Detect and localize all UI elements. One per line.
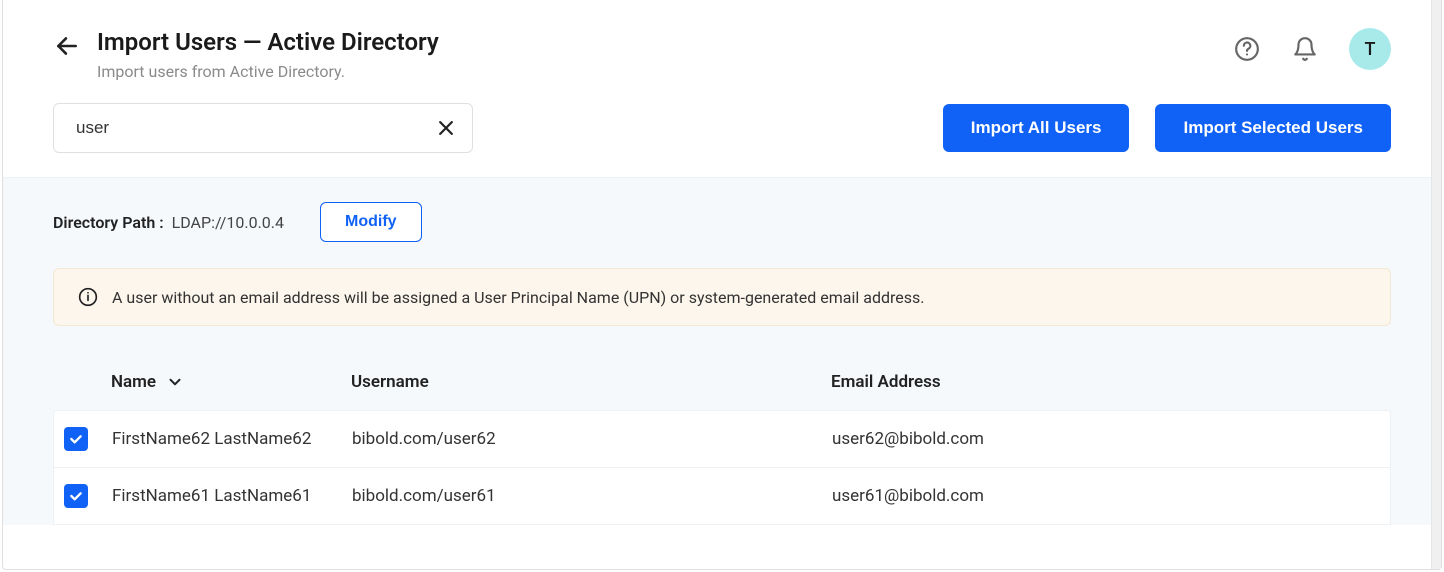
avatar[interactable]: T [1349, 28, 1391, 70]
table-row: FirstName61 LastName61 bibold.com/user61… [54, 468, 1390, 524]
bell-icon [1292, 36, 1318, 62]
page-subtitle: Import users from Active Directory. [97, 62, 439, 81]
directory-path-label: Directory Path : [53, 213, 164, 232]
avatar-initial: T [1365, 39, 1376, 60]
info-banner: A user without an email address will be … [53, 268, 1391, 326]
toolbar: Import All Users Import Selected Users [3, 81, 1441, 177]
table-header: Name Username Email Address [53, 354, 1391, 410]
cell-email: user62@bibold.com [832, 429, 1380, 449]
import-all-button[interactable]: Import All Users [943, 104, 1130, 152]
cell-name: FirstName61 LastName61 [112, 486, 352, 506]
page-title: Import Users — Active Directory [97, 28, 439, 56]
import-selected-button[interactable]: Import Selected Users [1155, 104, 1391, 152]
column-header-username[interactable]: Username [351, 372, 831, 392]
help-icon [1234, 36, 1260, 62]
info-text: A user without an email address will be … [112, 288, 924, 307]
search-input[interactable] [76, 118, 434, 138]
search-field[interactable] [53, 103, 473, 153]
cell-name: FirstName62 LastName62 [112, 429, 352, 449]
cell-username: bibold.com/user61 [352, 486, 832, 506]
table-row: FirstName62 LastName62 bibold.com/user62… [54, 411, 1390, 468]
back-button[interactable] [53, 32, 81, 60]
clear-search-button[interactable] [434, 116, 458, 140]
page-header: Import Users — Active Directory Import u… [3, 0, 1441, 81]
modify-button[interactable]: Modify [320, 202, 422, 242]
content-area: Directory Path : LDAP://10.0.0.4 Modify … [3, 177, 1441, 525]
column-header-email[interactable]: Email Address [831, 372, 1381, 392]
cell-email: user61@bibold.com [832, 486, 1380, 506]
cell-username: bibold.com/user62 [352, 429, 832, 449]
column-header-name[interactable]: Name [111, 372, 351, 392]
directory-path-value: LDAP://10.0.0.4 [172, 213, 284, 232]
chevron-down-icon [166, 373, 184, 391]
directory-path-row: Directory Path : LDAP://10.0.0.4 Modify [53, 202, 1391, 242]
notifications-button[interactable] [1291, 35, 1319, 63]
row-checkbox[interactable] [64, 484, 88, 508]
close-icon [436, 118, 456, 138]
scrollbar[interactable] [1431, 0, 1441, 569]
help-button[interactable] [1233, 35, 1261, 63]
table-body: FirstName62 LastName62 bibold.com/user62… [53, 410, 1391, 525]
arrow-left-icon [54, 33, 80, 59]
row-checkbox[interactable] [64, 427, 88, 451]
info-icon [78, 287, 98, 307]
